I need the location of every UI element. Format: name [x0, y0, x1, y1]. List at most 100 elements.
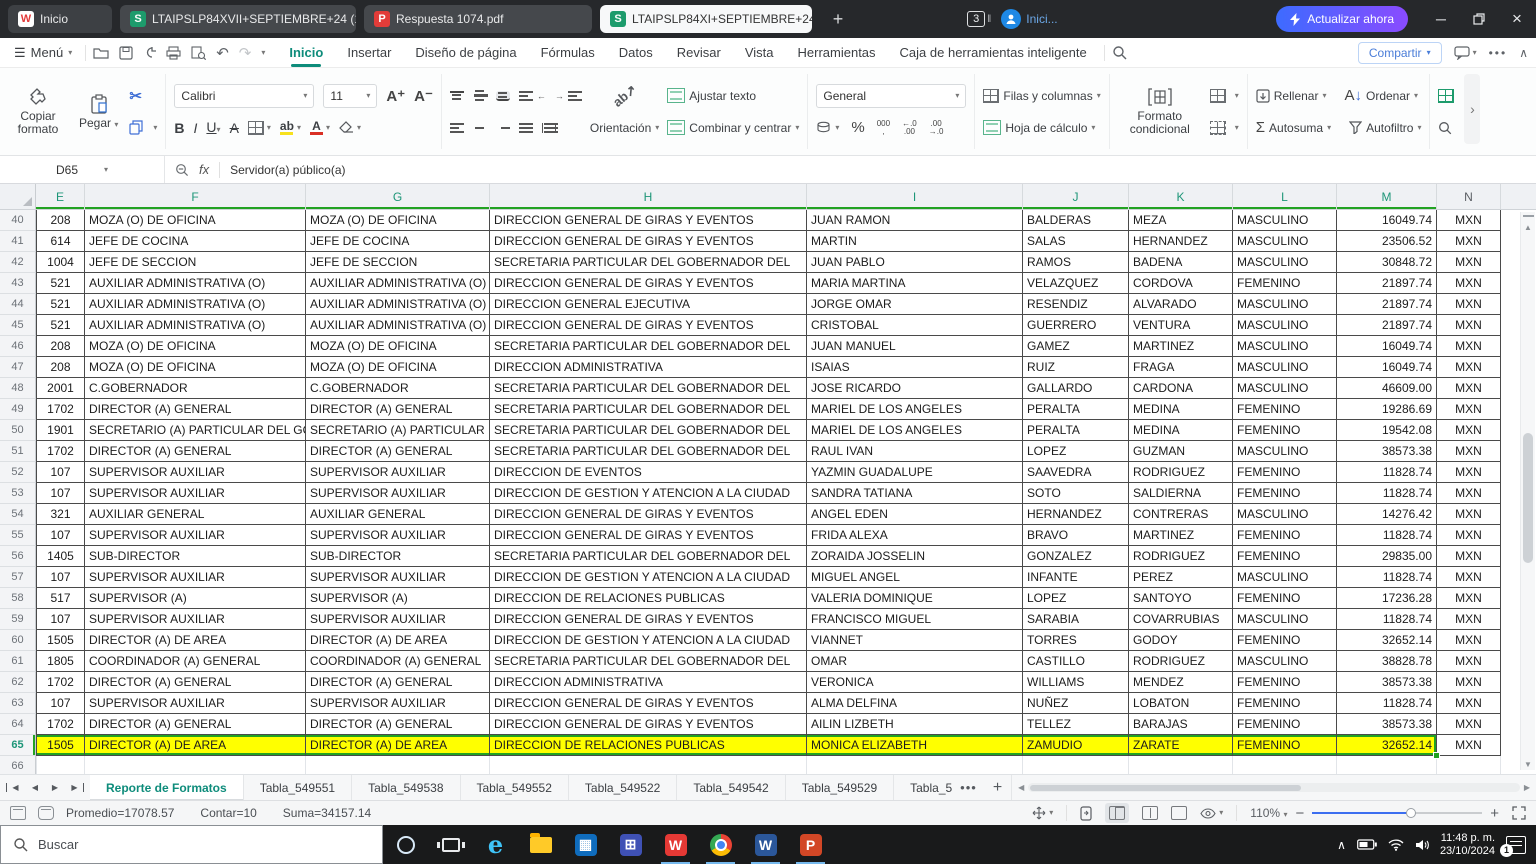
cell[interactable]: MASCULINO	[1233, 210, 1337, 231]
cell[interactable]: DIRECCION GENERAL DE GIRAS Y EVENTOS	[490, 231, 807, 252]
cell[interactable]: NUÑEZ	[1023, 693, 1129, 714]
cell[interactable]: SUPERVISOR AUXILIAR	[85, 525, 306, 546]
row-header-64[interactable]: 64	[0, 714, 36, 735]
number-format-select[interactable]: General▾	[816, 84, 966, 108]
wifi-icon[interactable]	[1388, 839, 1404, 851]
cell[interactable]	[1233, 756, 1337, 774]
sheet-tab-tabla-5[interactable]: Tabla_5	[894, 775, 952, 800]
search-icon[interactable]	[1112, 45, 1127, 60]
sort-button[interactable]: A↓Ordenar▾	[1344, 87, 1418, 104]
sheet-tab-reporte-de-formatos[interactable]: Reporte de Formatos	[90, 775, 244, 800]
cell[interactable]	[36, 756, 85, 774]
close-button[interactable]: ×	[1498, 0, 1536, 38]
cell[interactable]: COVARRUBIAS	[1129, 609, 1233, 630]
row-header-41[interactable]: 41	[0, 231, 36, 252]
row-header-55[interactable]: 55	[0, 525, 36, 546]
cell[interactable]: DIRECCION GENERAL DE GIRAS Y EVENTOS	[490, 714, 807, 735]
cell[interactable]: MOZA (O) DE OFICINA	[85, 210, 306, 231]
cell[interactable]: MASCULINO	[1233, 609, 1337, 630]
cell[interactable]: 38573.38	[1337, 672, 1437, 693]
sheet-tab-tabla-549551[interactable]: Tabla_549551	[244, 775, 352, 800]
cell[interactable]	[1437, 756, 1501, 774]
cell[interactable]: LOPEZ	[1023, 441, 1129, 462]
cell[interactable]: DIRECTOR (A) GENERAL	[85, 714, 306, 735]
cell[interactable]: MARIA MARTINA	[807, 273, 1023, 294]
underline-button[interactable]: U▾	[206, 119, 220, 137]
cell[interactable]: 107	[36, 525, 85, 546]
align-middle-button[interactable]	[473, 89, 487, 102]
cell[interactable]	[306, 756, 490, 774]
cell[interactable]: SUPERVISOR (A)	[85, 588, 306, 609]
print-preview-icon[interactable]	[191, 46, 206, 60]
cell[interactable]: SECRETARIA PARTICULAR DEL GOBERNADOR DEL	[490, 651, 807, 672]
cell[interactable]: SECRETARIA PARTICULAR DEL GOBERNADOR DEL	[490, 420, 807, 441]
cell[interactable]: 107	[36, 693, 85, 714]
open-file-icon[interactable]	[93, 46, 109, 60]
cell[interactable]: RODRIGUEZ	[1129, 546, 1233, 567]
column-header-M[interactable]: M	[1337, 184, 1437, 209]
cell[interactable]: 107	[36, 567, 85, 588]
cell[interactable]: INFANTE	[1023, 567, 1129, 588]
vertical-scrollbar[interactable]: ▲ ▼	[1520, 212, 1535, 770]
row-header-57[interactable]: 57	[0, 567, 36, 588]
cell[interactable]: C.GOBERNADOR	[306, 378, 490, 399]
cell[interactable]: AUXILIAR GENERAL	[306, 504, 490, 525]
cell[interactable]: GUZMAN	[1129, 441, 1233, 462]
cell-style-button[interactable]: ▾	[1210, 116, 1239, 140]
cell[interactable]: ISAIAS	[807, 357, 1023, 378]
document-tab-pdf[interactable]: P Respuesta 1074.pdf	[364, 5, 592, 33]
cell[interactable]: AUXILIAR ADMINISTRATIVA (O)	[306, 315, 490, 336]
cell[interactable]: BALDERAS	[1023, 210, 1129, 231]
cell[interactable]: FEMENINO	[1233, 546, 1337, 567]
cell[interactable]: DIRECCION GENERAL EJECUTIVA	[490, 294, 807, 315]
cell[interactable]: HERNANDEZ	[1129, 231, 1233, 252]
sheet-list-button[interactable]: •••	[952, 775, 985, 800]
cell[interactable]: VIANNET	[807, 630, 1023, 651]
scroll-left-arrow[interactable]: ◀	[1018, 783, 1024, 792]
cell[interactable]: 14276.42	[1337, 504, 1437, 525]
cell[interactable]: DIRECCION GENERAL DE GIRAS Y EVENTOS	[490, 609, 807, 630]
edge-button[interactable]: e	[473, 825, 518, 864]
system-clock[interactable]: 11:48 p. m. 23/10/2024	[1440, 832, 1495, 858]
cell[interactable]: 29835.00	[1337, 546, 1437, 567]
cell[interactable]: DIRECTOR (A) GENERAL	[85, 672, 306, 693]
cell[interactable]: DIRECCION DE RELACIONES PUBLICAS	[490, 735, 807, 756]
cell[interactable]: JEFE DE COCINA	[85, 231, 306, 252]
cell[interactable]: 321	[36, 504, 85, 525]
account-name[interactable]: Inici...	[1026, 12, 1064, 26]
cell[interactable]: 208	[36, 357, 85, 378]
fullscreen-icon[interactable]	[1512, 806, 1526, 820]
cell[interactable]: FEMENINO	[1233, 525, 1337, 546]
cell[interactable]: RUIZ	[1023, 357, 1129, 378]
cell[interactable]: SUPERVISOR AUXILIAR	[306, 483, 490, 504]
column-header-H[interactable]: H	[490, 184, 807, 209]
sheet-tab-tabla-549542[interactable]: Tabla_549542	[677, 775, 785, 800]
split-handle[interactable]	[1523, 215, 1534, 219]
mobile-view-icon[interactable]	[1080, 806, 1092, 821]
save-icon[interactable]	[119, 46, 133, 60]
cell[interactable]: MXN	[1437, 672, 1501, 693]
collapse-ribbon-button[interactable]: ∧	[1519, 46, 1528, 60]
redo-button[interactable]: ↷	[239, 44, 252, 62]
cell[interactable]: FRIDA ALEXA	[807, 525, 1023, 546]
cell[interactable]: SECRETARIA PARTICULAR DEL GOBERNADOR DEL	[490, 546, 807, 567]
cell[interactable]: JEFE DE SECCION	[306, 252, 490, 273]
cell[interactable]: 1405	[36, 546, 85, 567]
cell[interactable]: VERONICA	[807, 672, 1023, 693]
cell[interactable]: DIRECCION GENERAL DE GIRAS Y EVENTOS	[490, 315, 807, 336]
cell[interactable]: AUXILIAR ADMINISTRATIVA (O)	[306, 294, 490, 315]
cell[interactable]: DIRECCION ADMINISTRATIVA	[490, 357, 807, 378]
cell[interactable]: JEFE DE SECCION	[85, 252, 306, 273]
cell[interactable]: MXN	[1437, 651, 1501, 672]
cell[interactable]: BARAJAS	[1129, 714, 1233, 735]
font-name-select[interactable]: Calibri▾	[174, 84, 314, 108]
cell[interactable]: 21897.74	[1337, 294, 1437, 315]
undo-menu-caret[interactable]: ▾	[261, 49, 265, 57]
cell[interactable]: DIRECCION GENERAL DE GIRAS Y EVENTOS	[490, 273, 807, 294]
cell[interactable]: LOBATON	[1129, 693, 1233, 714]
cell[interactable]: 32652.14	[1337, 630, 1437, 651]
row-header-44[interactable]: 44	[0, 294, 36, 315]
cell[interactable]: SUPERVISOR AUXILIAR	[85, 483, 306, 504]
page-layout-view-button[interactable]	[1171, 806, 1187, 820]
column-header-N[interactable]: N	[1437, 184, 1501, 209]
